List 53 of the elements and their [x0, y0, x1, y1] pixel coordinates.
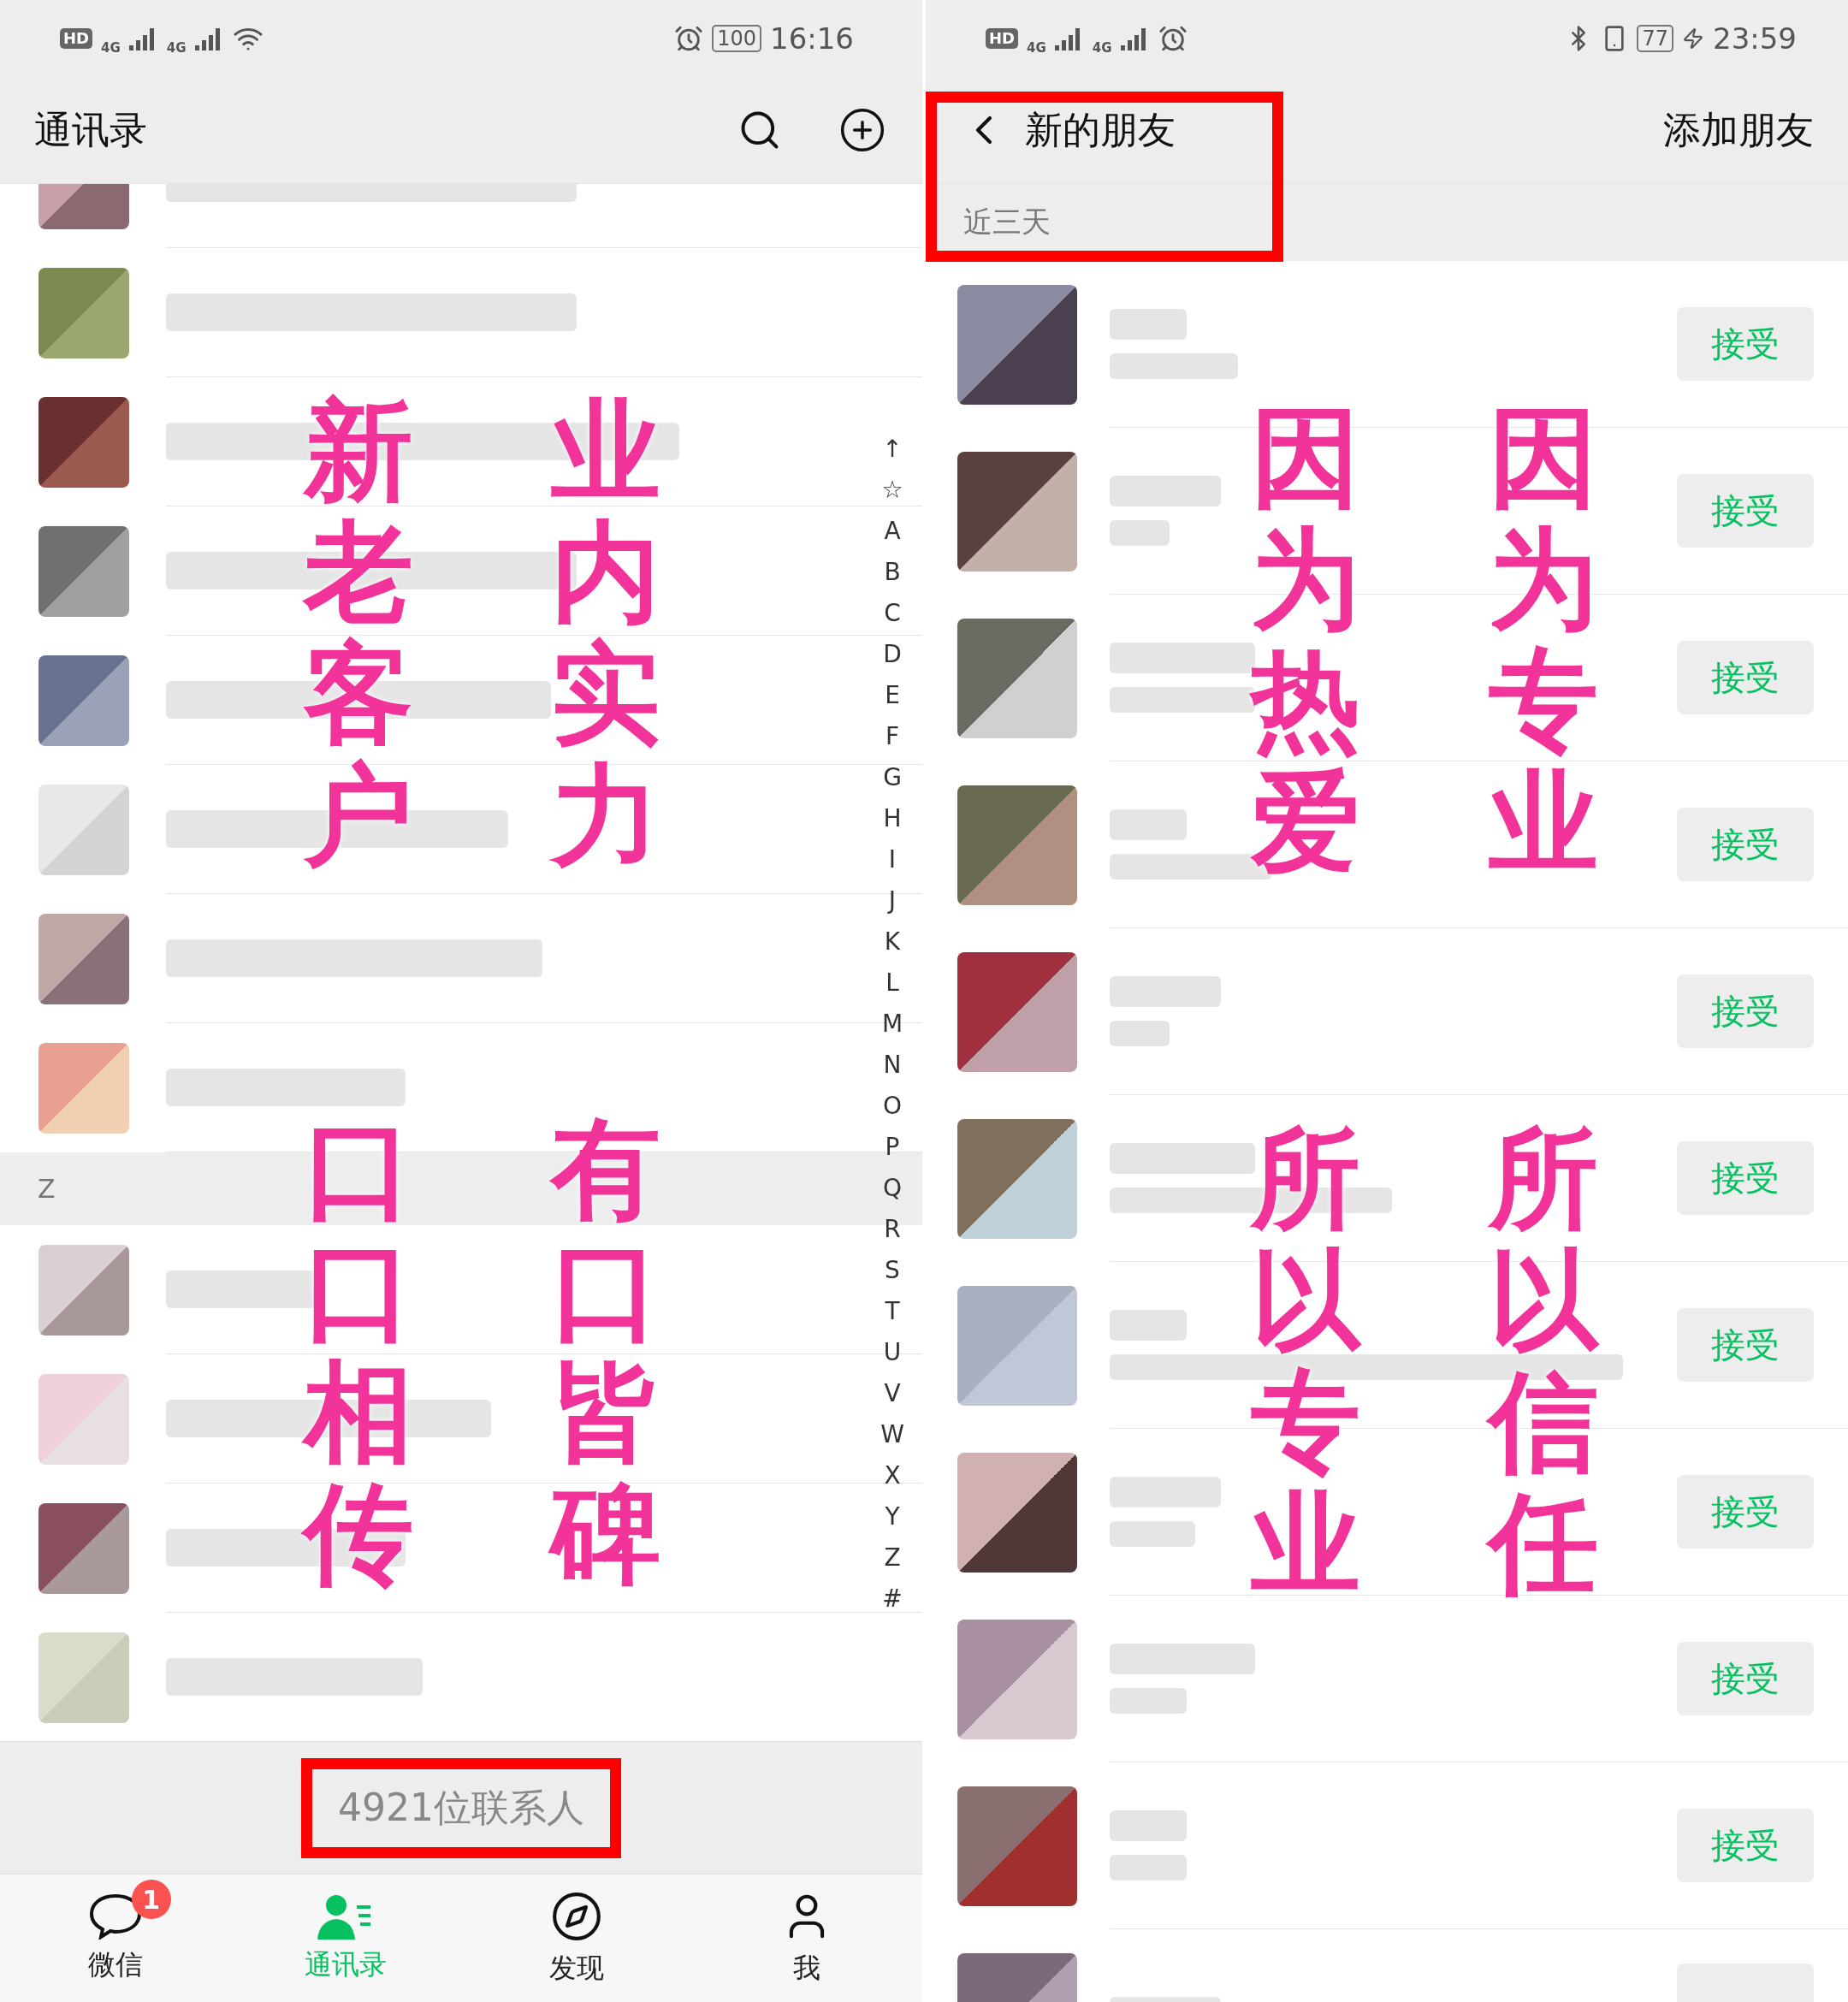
index-letter[interactable]: V — [884, 1373, 901, 1414]
overlay-caption: 新老客户 — [304, 389, 413, 875]
index-letter[interactable]: O — [882, 1086, 902, 1127]
index-letter[interactable]: P — [885, 1127, 900, 1168]
overlay-caption: 因为热爱 — [1251, 396, 1360, 882]
index-letter[interactable]: B — [884, 552, 901, 593]
tab-item[interactable]: 发现 — [461, 1875, 692, 2002]
section-letter: Z — [38, 1174, 56, 1204]
index-letter[interactable]: ↑ — [882, 429, 903, 470]
clock-time: 16:16 — [770, 21, 854, 56]
index-letter[interactable]: L — [886, 962, 899, 1004]
section-label: 近三天 — [963, 204, 1051, 240]
overlay-caption: 所以专业 — [1251, 1117, 1360, 1603]
battery-icon: 100 — [712, 24, 761, 53]
index-letter[interactable]: D — [883, 634, 902, 675]
index-letter[interactable]: T — [885, 1291, 900, 1332]
network-label: 4G — [1092, 40, 1112, 56]
index-letter[interactable]: Z — [884, 1537, 901, 1578]
index-letter[interactable]: S — [885, 1250, 900, 1291]
index-letter[interactable]: Q — [882, 1168, 902, 1209]
index-letter[interactable]: C — [884, 593, 901, 634]
network-label: 4G — [1027, 40, 1046, 56]
index-letter[interactable]: I — [888, 839, 897, 880]
index-letter[interactable]: R — [884, 1209, 901, 1250]
index-letter[interactable]: ☆ — [881, 470, 903, 511]
index-letter[interactable]: M — [881, 1004, 903, 1045]
index-letter[interactable]: E — [885, 675, 900, 716]
contact-count: 4921位联系人 — [301, 1757, 621, 1858]
index-letter[interactable]: N — [883, 1045, 902, 1086]
index-letter[interactable]: F — [885, 716, 900, 757]
unread-badge: 1 — [131, 1880, 171, 1919]
index-letter[interactable]: U — [883, 1332, 902, 1373]
screen-title: 新的朋友 — [1025, 106, 1176, 153]
clock-time: 23:59 — [1713, 21, 1797, 56]
screen-title: 通讯录 — [34, 106, 148, 153]
network-label: 4G — [101, 40, 121, 56]
add-friend-button[interactable]: 添加朋友 — [1663, 104, 1814, 156]
index-letter[interactable]: K — [884, 921, 901, 962]
index-letter[interactable]: Y — [885, 1496, 900, 1537]
battery-icon: 77 — [1637, 24, 1673, 53]
tab-item[interactable]: 我 — [691, 1875, 922, 2002]
index-letter[interactable]: W — [880, 1414, 904, 1455]
index-letter[interactable]: A — [884, 511, 901, 552]
overlay-caption: 因为专业 — [1489, 396, 1598, 882]
index-letter[interactable]: H — [883, 798, 902, 839]
index-letter[interactable]: G — [883, 757, 902, 798]
hd-badge: HD — [986, 28, 1018, 49]
network-label: 4G — [166, 40, 187, 56]
index-letter[interactable]: # — [882, 1578, 903, 1620]
tab-item[interactable]: 1 微信 — [0, 1875, 231, 2002]
hd-badge: HD — [60, 28, 92, 49]
index-letter[interactable]: X — [884, 1455, 901, 1496]
index-letter[interactable]: J — [888, 880, 897, 921]
